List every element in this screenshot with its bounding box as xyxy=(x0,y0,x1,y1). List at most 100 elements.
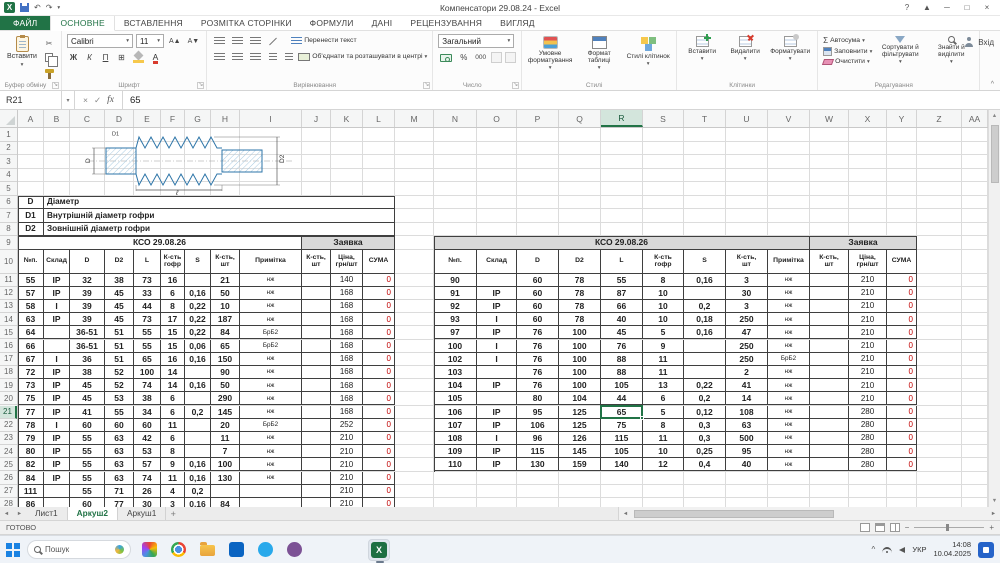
data-cell[interactable]: 42 xyxy=(134,431,161,446)
data-cell[interactable]: 280 xyxy=(849,418,887,432)
decrease-indent-button[interactable] xyxy=(266,50,279,63)
data-cell[interactable]: ІР xyxy=(44,273,70,287)
data-cell[interactable]: 65 xyxy=(211,339,240,353)
data-cell[interactable]: ІР xyxy=(44,471,70,485)
language-indicator[interactable]: УКР xyxy=(912,545,926,554)
ribbon-display-button[interactable]: ▲ xyxy=(918,1,936,14)
data-cell[interactable]: нж xyxy=(240,299,302,314)
data-cell[interactable]: 75 xyxy=(18,392,44,406)
font-dialog-launcher-icon[interactable]: ↘ xyxy=(197,82,205,89)
grow-font-button[interactable]: А▲ xyxy=(167,35,183,48)
hscroll-right-icon[interactable]: ► xyxy=(987,511,1000,517)
data-cell[interactable]: 80 xyxy=(18,445,44,459)
data-cell[interactable]: 36-51 xyxy=(70,339,105,353)
data-cell[interactable] xyxy=(810,352,849,366)
data-cell[interactable]: 210 xyxy=(849,299,887,314)
data-cell[interactable]: нж xyxy=(240,352,302,366)
data-cell[interactable]: І xyxy=(44,299,70,314)
data-cell[interactable]: 0 xyxy=(363,458,395,472)
row-header-21[interactable]: 21 xyxy=(0,405,17,419)
data-cell[interactable]: 8 xyxy=(643,418,684,432)
data-cell[interactable]: 11 xyxy=(161,418,185,432)
data-cell[interactable]: 55 xyxy=(70,458,105,472)
data-cell[interactable] xyxy=(240,497,302,507)
data-cell[interactable]: нж xyxy=(240,286,302,300)
row-header-22[interactable]: 22 xyxy=(0,419,17,432)
data-cell[interactable]: ІР xyxy=(477,445,517,459)
table-header-cell[interactable]: D2 xyxy=(559,249,601,274)
legend-description[interactable]: Зовнішній діаметр гофри xyxy=(44,222,395,236)
data-cell[interactable]: 34 xyxy=(134,405,161,419)
column-header-J[interactable]: J xyxy=(302,110,331,127)
taskbar-app-blue[interactable] xyxy=(225,539,247,561)
data-cell[interactable]: нж xyxy=(768,445,810,459)
table-header-cell[interactable]: Ціна, грн/шт xyxy=(849,249,887,274)
data-cell[interactable]: 87 xyxy=(601,286,643,300)
data-cell[interactable]: 0,4 xyxy=(684,458,726,472)
data-cell[interactable]: 100 xyxy=(559,365,601,380)
row-header-9[interactable]: 9 xyxy=(0,236,17,250)
data-cell[interactable]: 90 xyxy=(211,365,240,380)
data-cell[interactable]: 30 xyxy=(726,286,768,300)
data-cell[interactable] xyxy=(684,286,726,300)
data-cell[interactable]: 45 xyxy=(105,286,134,300)
table-header-cell[interactable]: СУМА xyxy=(887,249,917,274)
data-cell[interactable]: 11 xyxy=(643,352,684,366)
data-cell[interactable]: 0 xyxy=(887,299,917,314)
data-cell[interactable] xyxy=(44,326,70,340)
data-cell[interactable]: 8 xyxy=(643,273,684,287)
data-cell[interactable] xyxy=(302,392,331,406)
data-cell[interactable]: 105 xyxy=(601,379,643,393)
data-cell[interactable]: 77 xyxy=(18,405,44,419)
data-cell[interactable]: нж xyxy=(768,458,810,472)
confirm-entry-icon[interactable]: ✓ xyxy=(94,95,101,106)
sheet-tab-аркуш1[interactable]: Аркуш1 xyxy=(118,507,167,520)
data-cell[interactable]: 38 xyxy=(134,392,161,406)
data-cell[interactable] xyxy=(477,365,517,380)
data-cell[interactable]: 73 xyxy=(134,273,161,287)
data-cell[interactable]: 41 xyxy=(70,405,105,419)
data-cell[interactable]: 55 xyxy=(134,339,161,353)
data-cell[interactable] xyxy=(185,418,211,432)
data-cell[interactable]: 280 xyxy=(849,431,887,446)
table-header-cell[interactable]: К-сть, шт xyxy=(302,249,331,274)
taskbar-clock[interactable]: 14:08 10.04.2025 xyxy=(933,540,971,558)
table-header-cell[interactable]: К-сть, шт xyxy=(726,249,768,274)
data-cell[interactable]: 0 xyxy=(363,326,395,340)
column-header-E[interactable]: E xyxy=(134,110,161,127)
data-cell[interactable]: 41 xyxy=(726,379,768,393)
data-cell[interactable]: нж xyxy=(240,273,302,287)
ribbon-tab-рецензування[interactable]: РЕЦЕНЗУВАННЯ xyxy=(401,16,491,30)
data-cell[interactable]: 71 xyxy=(105,484,134,498)
data-cell[interactable]: 73 xyxy=(134,313,161,327)
data-cell[interactable]: 125 xyxy=(559,405,601,419)
data-cell[interactable]: 40 xyxy=(726,458,768,472)
column-header-K[interactable]: K xyxy=(331,110,363,127)
data-cell[interactable]: 11 xyxy=(643,431,684,446)
row-header-27[interactable]: 27 xyxy=(0,485,17,498)
column-header-R[interactable]: R xyxy=(601,110,643,127)
data-cell[interactable]: 8 xyxy=(161,299,185,314)
data-cell[interactable]: 6 xyxy=(161,405,185,419)
data-cell[interactable]: 3 xyxy=(161,497,185,507)
name-box[interactable]: R21 xyxy=(0,91,62,109)
data-cell[interactable] xyxy=(302,471,331,485)
data-cell[interactable]: нж xyxy=(768,286,810,300)
data-cell[interactable] xyxy=(810,273,849,287)
data-cell[interactable]: 78 xyxy=(559,273,601,287)
data-cell[interactable]: 0,2 xyxy=(185,484,211,498)
data-cell[interactable] xyxy=(302,497,331,507)
data-cell[interactable]: нж xyxy=(768,418,810,432)
data-cell[interactable]: 95 xyxy=(517,405,559,419)
start-button[interactable] xyxy=(6,542,20,557)
data-cell[interactable] xyxy=(684,352,726,366)
compensator-drawing[interactable]: D D1 D2 ℓ xyxy=(84,129,296,197)
data-cell[interactable] xyxy=(302,273,331,287)
align-right-button[interactable] xyxy=(248,50,263,63)
data-cell[interactable]: 91 xyxy=(434,286,477,300)
data-cell[interactable]: 39 xyxy=(70,286,105,300)
table-header-cell[interactable]: L xyxy=(134,249,161,274)
data-cell[interactable]: 5 xyxy=(643,405,684,419)
italic-button[interactable]: К xyxy=(83,51,96,64)
data-cell[interactable] xyxy=(302,458,331,472)
